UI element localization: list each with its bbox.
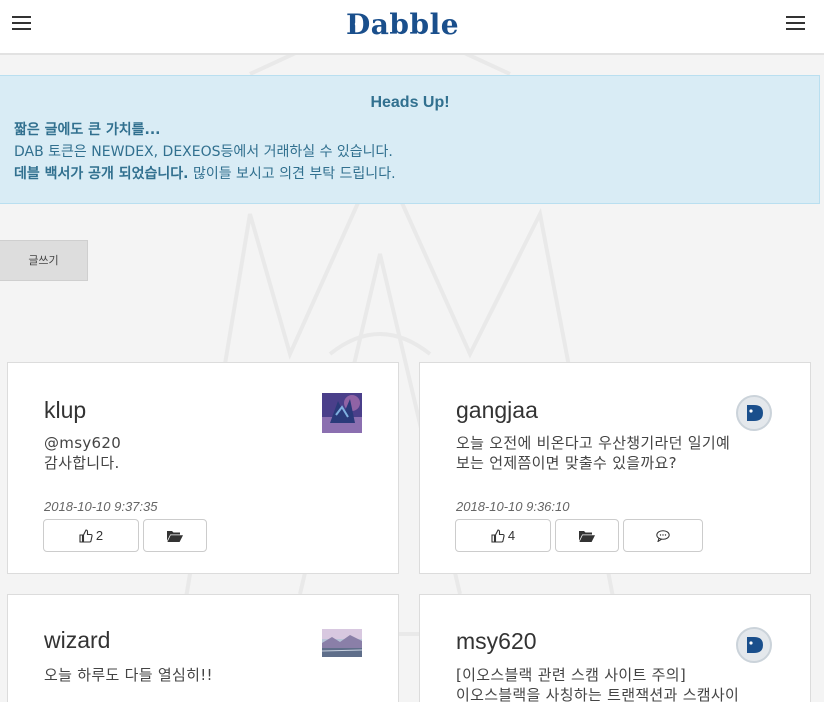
alert-line-value: 짧은 글에도 큰 가치를... bbox=[14, 122, 161, 138]
thumbs-up-icon bbox=[79, 528, 93, 543]
post-body: [이오스블랙 관련 스캠 사이트 주의] 이오스블랙을 사칭하는 트랜잭션과 스… bbox=[456, 666, 740, 702]
like-count: 4 bbox=[507, 528, 516, 543]
svg-text:Dabble: Dabble bbox=[346, 8, 459, 41]
post-body: @msy620 감사합니다. bbox=[44, 434, 122, 472]
author-avatar[interactable] bbox=[322, 393, 362, 433]
folder-button[interactable] bbox=[143, 519, 207, 552]
alert-line-whitepaper: 데블 백서가 공개 되었습니다. 많이들 보시고 의견 부탁 드립니다. bbox=[14, 163, 396, 183]
post-body: 오늘 오전에 비온다고 우산챙기라던 일기예 보는 언제쯤이면 맞출수 있을까요… bbox=[456, 434, 731, 472]
alert-line-exchanges: DAB 토큰은 NEWDEX, DEXEOS등에서 거래하실 수 있습니다. bbox=[14, 144, 393, 160]
dabble-logo-mark: Dabble bbox=[346, 8, 459, 41]
folder-button[interactable] bbox=[555, 519, 619, 552]
dabble-logo-icon bbox=[747, 405, 763, 421]
comment-button[interactable] bbox=[623, 519, 703, 552]
author-avatar[interactable] bbox=[322, 629, 362, 657]
post-author[interactable]: msy620 bbox=[456, 628, 537, 655]
left-menu-button[interactable] bbox=[10, 13, 34, 33]
dabble-logo[interactable]: Dabble bbox=[346, 5, 474, 45]
top-navbar: Dabble bbox=[0, 0, 824, 55]
comment-icon bbox=[656, 529, 670, 542]
dabble-logo-icon bbox=[747, 637, 763, 653]
page: Dabble Heads Up! 짧은 글에도 큰 가치를... DAB 토큰은… bbox=[0, 0, 824, 702]
post-author[interactable]: wizard bbox=[44, 627, 110, 654]
right-menu-button[interactable] bbox=[784, 13, 808, 33]
whitepaper-notice[interactable]: 데블 백서가 공개 되었습니다. bbox=[14, 166, 189, 182]
post-timestamp: 2018-10-10 9:37:35 bbox=[44, 499, 158, 514]
post-card: msy620 [이오스블랙 관련 스캠 사이트 주의] 이오스블랙을 사칭하는 … bbox=[419, 594, 811, 702]
like-count: 2 bbox=[95, 528, 104, 543]
post-author[interactable]: klup bbox=[44, 397, 86, 424]
author-avatar[interactable] bbox=[736, 627, 776, 667]
folder-open-icon bbox=[167, 530, 183, 542]
heads-up-alert: Heads Up! 짧은 글에도 큰 가치를... DAB 토큰은 NEWDEX… bbox=[0, 75, 820, 204]
post-card: wizard 오늘 하루도 다들 열심히!! bbox=[7, 594, 399, 702]
like-button[interactable]: 4 bbox=[455, 519, 551, 552]
author-avatar[interactable] bbox=[736, 395, 776, 435]
whitepaper-request: 많이들 보시고 의견 부탁 드립니다. bbox=[188, 166, 396, 182]
hamburger-menu-icon bbox=[12, 16, 31, 18]
alert-title: Heads Up! bbox=[370, 94, 450, 111]
robot-avatar-image bbox=[322, 393, 362, 433]
landscape-avatar-image bbox=[322, 629, 362, 657]
like-button[interactable]: 2 bbox=[43, 519, 139, 552]
write-post-button[interactable]: 글쓰기 bbox=[0, 240, 88, 281]
folder-open-icon bbox=[579, 530, 595, 542]
post-timestamp: 2018-10-10 9:36:10 bbox=[456, 499, 570, 514]
post-author[interactable]: gangjaa bbox=[456, 397, 538, 424]
post-card: klup @msy620 감사합니다. 2018-10-10 9:37:35 2 bbox=[7, 362, 399, 574]
hamburger-menu-icon bbox=[786, 16, 805, 18]
post-body: 오늘 하루도 다들 열심히!! bbox=[44, 666, 213, 684]
thumbs-up-icon bbox=[491, 528, 505, 543]
post-card: gangjaa 오늘 오전에 비온다고 우산챙기라던 일기예 보는 언제쯤이면 … bbox=[419, 362, 811, 574]
